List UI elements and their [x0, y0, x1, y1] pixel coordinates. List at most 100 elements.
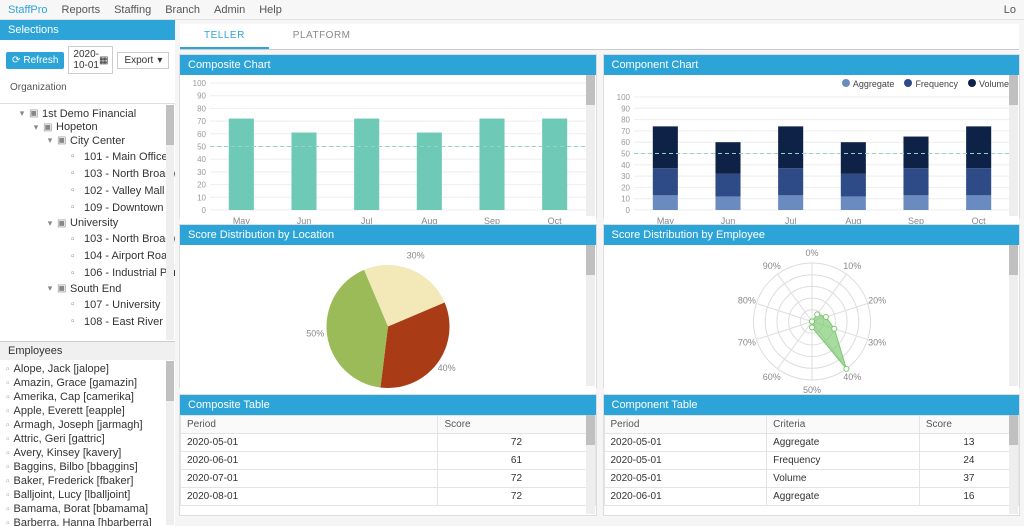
date-value: 2020-10-01 — [73, 49, 99, 71]
employee-item[interactable]: ▫Alope, Jack [jalope] — [4, 362, 171, 376]
file-icon: ▫ — [6, 504, 10, 515]
employee-item[interactable]: ▫Baker, Frederick [fbaker] — [4, 474, 171, 488]
menu-right[interactable]: Lo — [1004, 4, 1016, 16]
menubar: StaffPro Reports Staffing Branch Admin H… — [0, 0, 1024, 20]
score-employee-card: Score Distribution by Employee 0%10%20%3… — [603, 224, 1021, 388]
folder-icon: ▣ — [57, 283, 67, 294]
tree-leaf[interactable]: ▫101 - Main Office — [60, 151, 168, 163]
file-icon: ▫ — [6, 420, 10, 431]
employee-item[interactable]: ▫Baggins, Bilbo [bbaggins] — [4, 460, 171, 474]
tree-node[interactable]: ▾▣City Center — [46, 135, 125, 147]
pie-chart: 30%40%50% — [180, 245, 596, 398]
menu-admin[interactable]: Admin — [214, 4, 245, 16]
svg-text:20%: 20% — [868, 295, 886, 305]
employee-item[interactable]: ▫Amerika, Cap [camerika] — [4, 390, 171, 404]
tree-leaf[interactable]: ▫106 - Industrial Park — [60, 267, 175, 279]
tree-node[interactable]: ▾▣South End — [46, 283, 121, 295]
file-icon: ▫ — [71, 202, 81, 213]
folder-icon: ▣ — [43, 122, 53, 133]
file-icon: ▫ — [6, 392, 10, 403]
tab-teller[interactable]: TELLER — [180, 24, 269, 49]
refresh-label: Refresh — [23, 55, 58, 66]
svg-text:0: 0 — [625, 206, 630, 215]
tree-leaf[interactable]: ▫109 - Downtown — [60, 202, 164, 214]
employees-header: Employees — [0, 342, 175, 360]
file-icon: ▫ — [6, 448, 10, 459]
tree-leaf[interactable]: ▫103 - North Broadway — [60, 168, 175, 180]
card-scrollbar[interactable] — [586, 415, 595, 514]
svg-text:10: 10 — [621, 195, 630, 204]
svg-text:60: 60 — [197, 130, 206, 139]
svg-text:90%: 90% — [762, 261, 780, 271]
card-scrollbar[interactable] — [1009, 415, 1018, 514]
folder-icon: ▣ — [29, 108, 39, 119]
svg-text:70%: 70% — [737, 338, 755, 348]
menu-branch[interactable]: Branch — [165, 4, 200, 16]
employees-list[interactable]: ▫Alope, Jack [jalope]▫Amazin, Grace [gam… — [0, 360, 175, 526]
composite-table: PeriodScore2020-05-01722020-06-01612020-… — [180, 415, 596, 506]
tree-leaf[interactable]: ▫102 - Valley Mall — [60, 185, 165, 197]
card-scrollbar[interactable] — [586, 245, 595, 386]
composite-chart-card: Composite Chart 0102030405060708090100Ma… — [179, 54, 597, 218]
composite-chart: 0102030405060708090100MayJunJulAugSepOct — [180, 75, 596, 228]
tree-leaf[interactable]: ▫107 - University — [60, 299, 160, 311]
employee-item[interactable]: ▫Bamama, Borat [bbamama] — [4, 502, 171, 516]
file-icon: ▫ — [71, 234, 81, 245]
composite-table-card: Composite Table PeriodScore2020-05-01722… — [179, 394, 597, 516]
file-icon: ▫ — [6, 490, 10, 501]
employee-item[interactable]: ▫Balljoint, Lucy [lballjoint] — [4, 488, 171, 502]
svg-text:10: 10 — [197, 193, 206, 202]
score-location-card: Score Distribution by Location 30%40%50% — [179, 224, 597, 388]
svg-text:40: 40 — [621, 161, 630, 170]
employee-item[interactable]: ▫Avery, Kinsey [kavery] — [4, 446, 171, 460]
folder-icon: ▣ — [57, 218, 67, 229]
file-icon: ▫ — [71, 151, 81, 162]
tree-node[interactable]: ▾▣Hopeton — [32, 121, 98, 133]
employee-item[interactable]: ▫Apple, Everett [eapple] — [4, 404, 171, 418]
svg-text:20: 20 — [621, 183, 630, 192]
tree-leaf[interactable]: ▫108 - East River — [60, 316, 163, 328]
component-table-card: Component Table PeriodCriteriaScore2020-… — [603, 394, 1021, 516]
svg-text:30%: 30% — [868, 338, 886, 348]
tree-leaf[interactable]: ▫104 - Airport Road — [60, 250, 173, 262]
card-scrollbar[interactable] — [586, 75, 595, 216]
date-field[interactable]: 2020-10-01 ▦ — [68, 46, 113, 74]
menu-help[interactable]: Help — [259, 4, 282, 16]
svg-text:60%: 60% — [762, 372, 780, 382]
refresh-button[interactable]: ⟳ Refresh — [6, 52, 64, 69]
menu-reports[interactable]: Reports — [62, 4, 101, 16]
employees-scrollbar[interactable] — [166, 361, 174, 525]
employee-item[interactable]: ▫Armagh, Joseph [jarmagh] — [4, 418, 171, 432]
tree-root[interactable]: ▾▣1st Demo Financial — [18, 108, 136, 120]
tree-leaf[interactable]: ▫103 - North Broadway — [60, 233, 175, 245]
main: TELLER PLATFORM Composite Chart 01020304… — [175, 20, 1024, 526]
export-dropdown[interactable]: Export ▾ — [117, 52, 169, 69]
tree-node[interactable]: ▾▣University — [46, 217, 118, 229]
sidebar: Selections ⟳ Refresh 2020-10-01 ▦ Export… — [0, 20, 175, 526]
svg-text:80: 80 — [197, 104, 206, 113]
file-icon: ▫ — [6, 462, 10, 473]
svg-text:100: 100 — [193, 79, 207, 88]
org-tree[interactable]: ▾▣1st Demo Financial ▾▣Hopeton ▾▣City Ce… — [0, 104, 175, 341]
composite-table-title: Composite Table — [180, 395, 596, 415]
tree-scrollbar[interactable] — [166, 105, 174, 340]
component-table-title: Component Table — [604, 395, 1020, 415]
card-scrollbar[interactable] — [1009, 75, 1018, 216]
menu-staffing[interactable]: Staffing — [114, 4, 151, 16]
employee-item[interactable]: ▫Amazin, Grace [gamazin] — [4, 376, 171, 390]
export-label: Export — [124, 55, 153, 66]
card-scrollbar[interactable] — [1009, 245, 1018, 386]
file-icon: ▫ — [71, 268, 81, 279]
score-location-title: Score Distribution by Location — [180, 225, 596, 245]
svg-text:20: 20 — [197, 181, 206, 190]
tab-platform[interactable]: PLATFORM — [269, 24, 375, 49]
svg-text:80%: 80% — [737, 295, 755, 305]
component-table: PeriodCriteriaScore2020-05-01Aggregate13… — [604, 415, 1020, 506]
employees-panel: Employees ▫Alope, Jack [jalope]▫Amazin, … — [0, 341, 175, 526]
svg-text:100: 100 — [616, 93, 630, 102]
employee-item[interactable]: ▫Attric, Geri [gattric] — [4, 432, 171, 446]
svg-text:50: 50 — [621, 150, 630, 159]
employee-item[interactable]: ▫Barberra, Hanna [hbarberra] — [4, 516, 171, 526]
file-icon: ▫ — [6, 406, 10, 417]
svg-text:80: 80 — [621, 116, 630, 125]
